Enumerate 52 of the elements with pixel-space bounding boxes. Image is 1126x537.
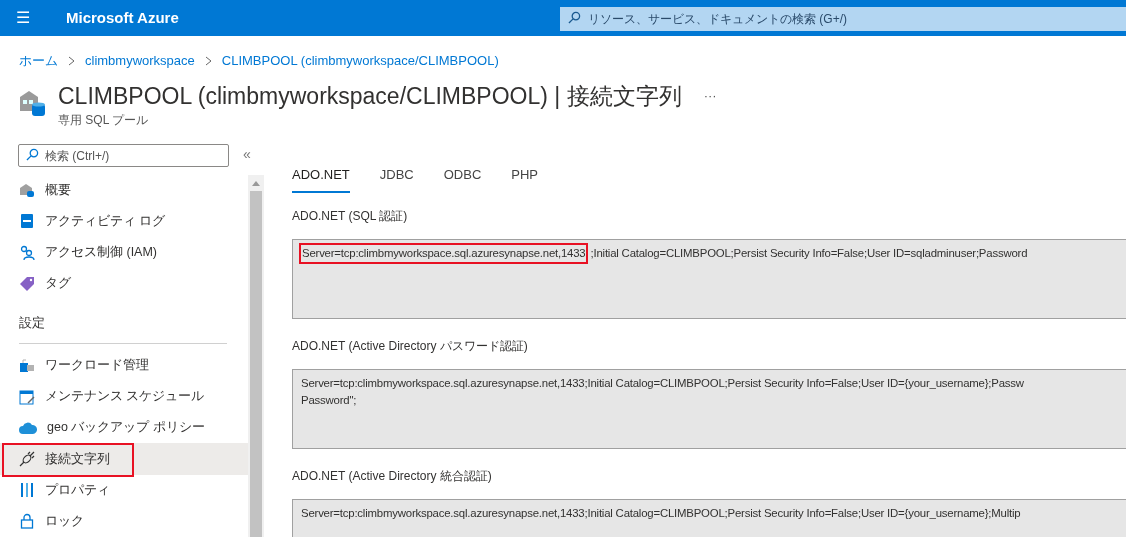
- sidebar-search-field[interactable]: 検索 (Ctrl+/): [18, 144, 229, 167]
- chevron-icon: [68, 55, 75, 66]
- global-search-field[interactable]: リソース、サービス、ドキュメントの検索 (G+/): [560, 7, 1126, 31]
- calendar-icon: [19, 388, 35, 405]
- log-icon: [19, 213, 35, 230]
- menu-button[interactable]: ☰: [0, 6, 46, 30]
- search-icon: [26, 147, 39, 161]
- brand-name: Microsoft Azure: [66, 7, 180, 28]
- connection-string-text: Server=tcp:climbmyworkspace.sql.azuresynapse.net,1433;Initial Catalog=CLIMBPOOL;Persist Security Info=False;User ID={your_username};Passw: [301, 376, 1024, 391]
- scrollbar-thumb[interactable]: [250, 190, 262, 537]
- sidebar-item[interactable]: タグ: [0, 268, 248, 300]
- sidebar-item[interactable]: メンテナンス スケジュール: [0, 381, 248, 413]
- people-icon: [19, 244, 35, 261]
- sidebar-item[interactable]: geo バックアップ ポリシー: [0, 412, 248, 444]
- field-label: ADO.NET (SQL 認証): [292, 208, 409, 225]
- collapse-button[interactable]: «: [243, 143, 251, 165]
- sidebar-item[interactable]: アクティビティ ログ: [0, 205, 248, 237]
- connection-string-text: Password";: [301, 393, 357, 408]
- connection-string-text: ;Initial Catalog=CLIMBPOOL;Persist Security Info=False;User ID=sqladminuser;Password: [590, 246, 1028, 261]
- tab[interactable]: PHP: [511, 164, 539, 193]
- tab[interactable]: JDBC: [379, 164, 414, 193]
- field-label: ADO.NET (Active Directory 統合認証): [292, 468, 493, 485]
- tab[interactable]: ADO.NET: [292, 164, 350, 193]
- workload-icon: [19, 357, 35, 374]
- field-label: ADO.NET (Active Directory パスワード認証): [292, 338, 529, 355]
- search-icon: [568, 11, 581, 24]
- tag-icon: [19, 275, 35, 292]
- sidebar-item[interactable]: ワークロード管理: [0, 349, 248, 381]
- connection-string-box[interactable]: Server=tcp:climbmyworkspace.sql.azuresynapse.net,1433 ;Initial Catalog=CLIMBPOOL;Persist Security Info=False;User ID=sqladminuser;Password: [292, 239, 1126, 319]
- page-title: CLIMBPOOL (climbmyworkspace/CLIMBPOOL) | 接続文字列: [58, 81, 682, 111]
- scroll-up-icon: [252, 179, 260, 186]
- connection-string-text: Server=tcp:climbmyworkspace.sql.azuresynapse.net,1433;Initial Catalog=CLIMBPOOL;Persist Security Info=False;User ID={your_username};Multip: [301, 506, 1021, 521]
- connection-string-box[interactable]: Server=tcp:climbmyworkspace.sql.azuresynapse.net,1433;Initial Catalog=CLIMBPOOL;Persist Security Info=False;User ID={your_username};Passw Password";: [292, 369, 1126, 449]
- sidebar-item[interactable]: プロパティ: [0, 474, 248, 506]
- breadcrumb-link[interactable]: CLIMBPOOL (climbmyworkspace/CLIMBPOOL): [221, 51, 499, 71]
- plug-icon: [19, 451, 35, 467]
- more-button[interactable]: ···: [703, 85, 717, 106]
- section-heading: 設定: [19, 313, 227, 344]
- connection-string-box[interactable]: Server=tcp:climbmyworkspace.sql.azuresynapse.net,1433;Initial Catalog=CLIMBPOOL;Persist Security Info=False;User ID={your_username};Multip: [292, 499, 1126, 537]
- highlighted-text: Server=tcp:climbmyworkspace.sql.azuresynapse.net,1433: [301, 245, 587, 262]
- properties-icon: [19, 482, 35, 499]
- breadcrumb-link[interactable]: ホーム: [19, 51, 58, 71]
- building-icon: [19, 182, 35, 199]
- sidebar-item[interactable]: アクセス制御 (IAM): [0, 236, 248, 269]
- sidebar-item[interactable]: ロック: [0, 505, 248, 537]
- page-subtitle: 専用 SQL プール: [58, 111, 150, 129]
- sidebar-item[interactable]: 概要: [0, 174, 248, 206]
- sidebar-item[interactable]: 接続文字列: [0, 443, 248, 475]
- tab[interactable]: ODBC: [443, 164, 482, 193]
- breadcrumb-link[interactable]: climbmyworkspace: [85, 51, 195, 71]
- lock-icon: [19, 513, 35, 530]
- chevron-icon: [204, 55, 212, 66]
